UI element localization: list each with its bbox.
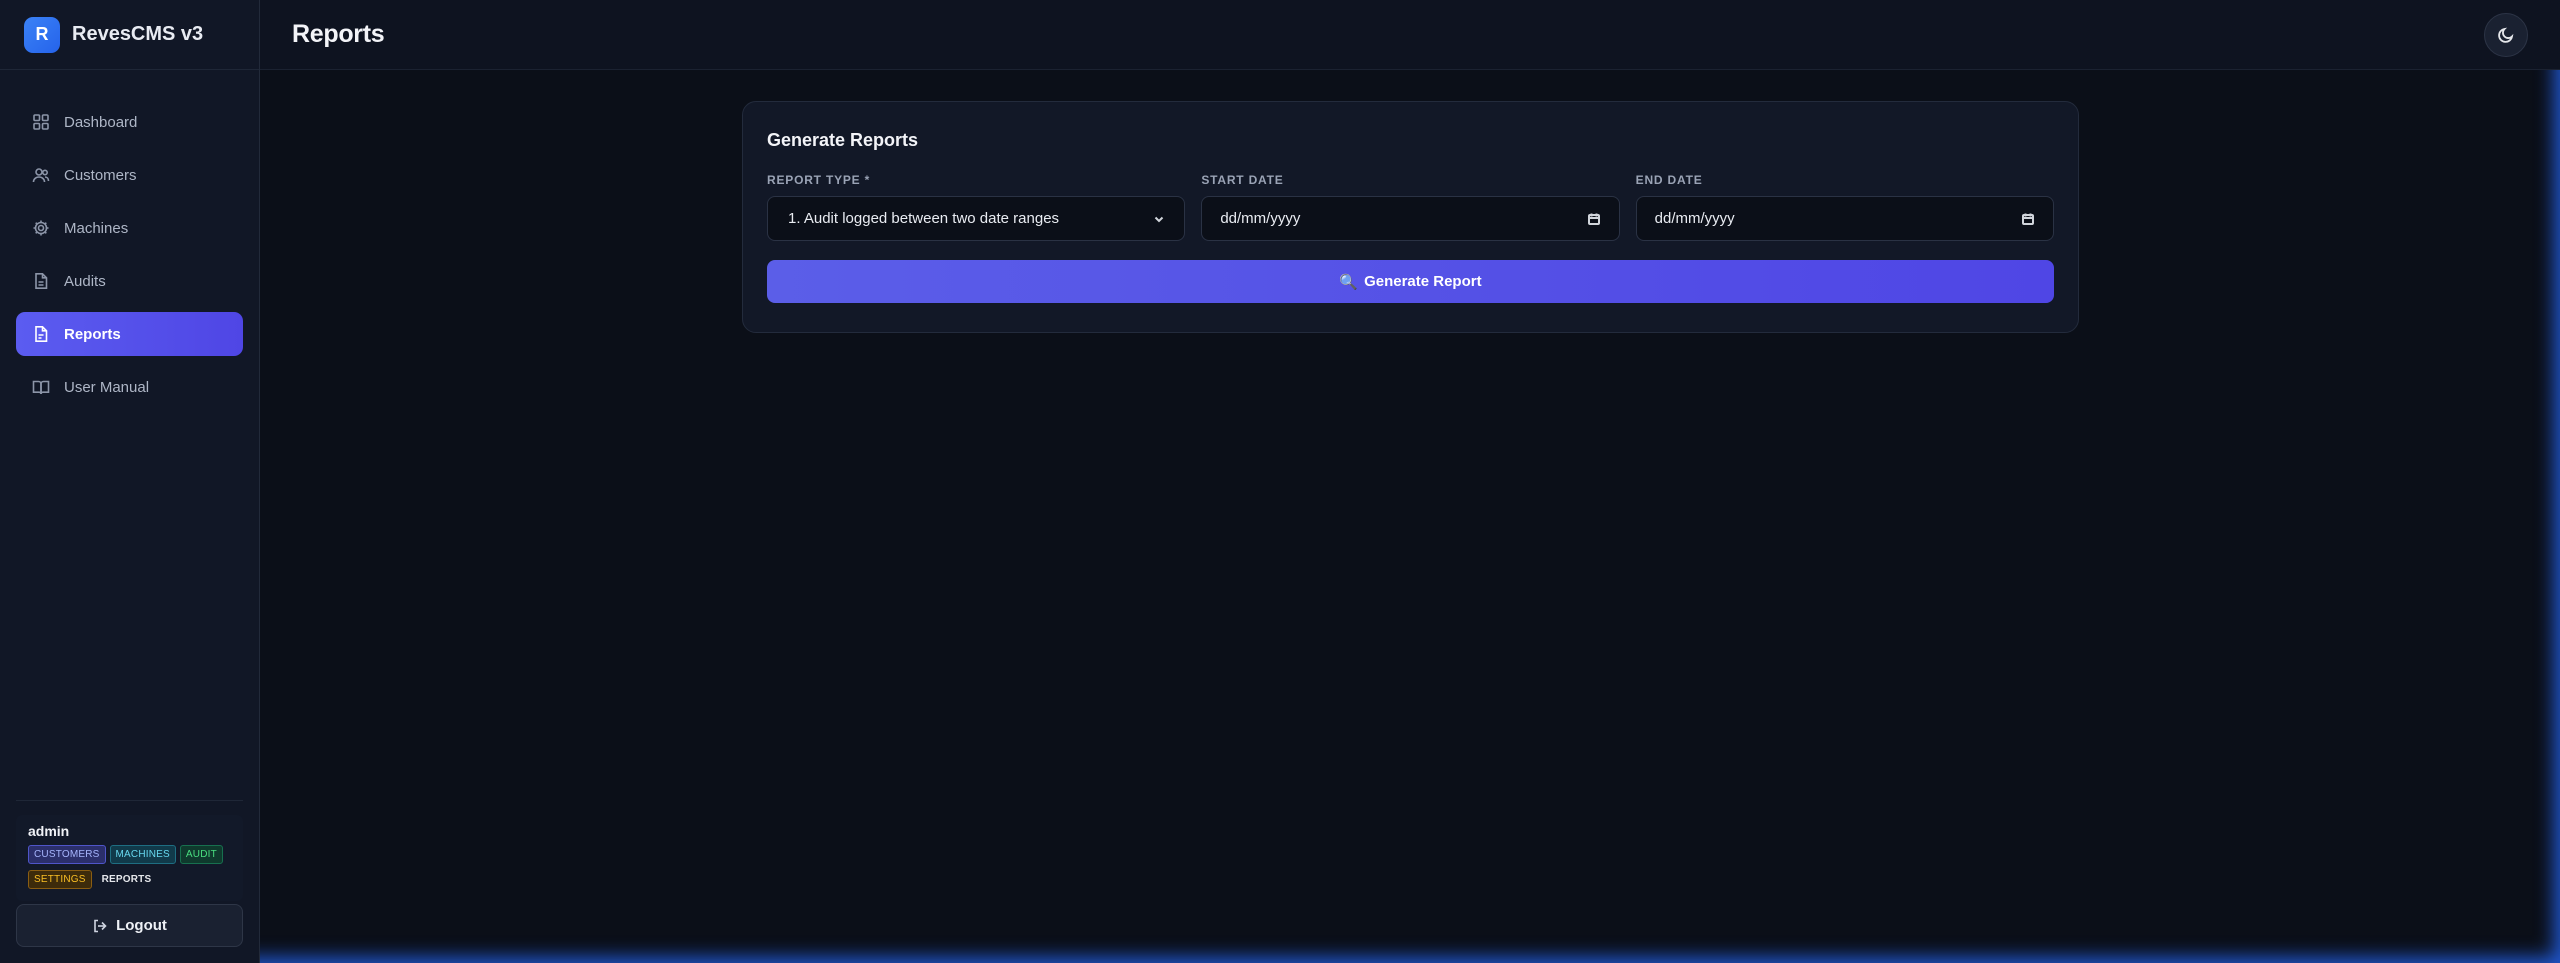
magnifier-icon: 🔍 (1339, 273, 1359, 291)
sidebar: R RevesCMS v3 Dashboard Customers Machin… (0, 0, 260, 963)
theme-toggle-button[interactable] (2484, 12, 2528, 57)
user-name: admin (28, 823, 70, 839)
brand-name: RevesCMS v3 (72, 23, 204, 45)
top-bar: Reports (260, 0, 2560, 70)
brand-logo: R (24, 16, 60, 53)
report-icon (35, 326, 48, 342)
sidebar-item-label: Audits (64, 272, 106, 290)
permission-badges: CUSTOMERS MACHINES AUDIT SETTINGS REPORT… (28, 845, 248, 895)
permission-badge-audit: AUDIT (179, 845, 223, 864)
end-date-placeholder: dd/mm/yyyy (1654, 210, 1735, 227)
users-icon (32, 168, 50, 183)
calendar-icon[interactable] (2021, 212, 2035, 226)
generate-report-button[interactable]: 🔍 Generate Report (767, 260, 2054, 303)
card-title: Generate Reports (767, 130, 919, 150)
page-title: Reports (292, 20, 385, 48)
end-date-label: END DATE (1635, 173, 1703, 187)
sidebar-item-user-manual[interactable]: User Manual (16, 365, 243, 409)
sidebar-item-audits[interactable]: Audits (16, 259, 243, 303)
sidebar-item-machines[interactable]: Machines (16, 206, 243, 250)
start-date-placeholder: dd/mm/yyyy (1220, 210, 1301, 227)
logout-label: Logout (116, 917, 167, 934)
start-date-field: START DATE dd/mm/yyyy (1201, 173, 1620, 241)
permission-badge-reports: REPORTS (101, 874, 152, 885)
end-date-field: END DATE dd/mm/yyyy (1635, 173, 2054, 241)
sidebar-item-label: Dashboard (64, 113, 138, 131)
sidebar-item-label: User Manual (64, 378, 150, 396)
logout-icon (94, 919, 107, 932)
moon-icon (2498, 27, 2514, 43)
gear-icon (33, 220, 49, 236)
grid-icon (33, 114, 49, 130)
file-icon (35, 273, 48, 289)
sidebar-nav: Dashboard Customers Machines Audits Repo… (0, 70, 259, 409)
start-date-label: START DATE (1201, 173, 1284, 187)
chevron-down-icon (1155, 216, 1164, 222)
sidebar-item-customers[interactable]: Customers (16, 153, 243, 197)
permission-badge-machines: MACHINES (109, 845, 176, 864)
permission-badge-customers: CUSTOMERS (28, 845, 106, 864)
start-date-input[interactable]: dd/mm/yyyy (1201, 196, 1620, 241)
generate-report-label: Generate Report (1364, 273, 1482, 290)
brand[interactable]: R RevesCMS v3 (0, 0, 259, 70)
user-card: admin CUSTOMERS MACHINES AUDIT SETTINGS … (16, 815, 243, 901)
app-frame: R RevesCMS v3 Dashboard Customers Machin… (0, 0, 2560, 963)
report-type-select[interactable]: 1. Audit logged between two date ranges (767, 196, 1186, 241)
permission-badge-settings: SETTINGS (28, 870, 92, 889)
logout-button[interactable]: Logout (16, 904, 243, 947)
report-type-label: REPORT TYPE * (767, 173, 871, 187)
sidebar-item-reports[interactable]: Reports (16, 312, 243, 356)
main-content: Reports Generate Reports REPORT TYPE * 1… (260, 0, 2560, 963)
sidebar-item-dashboard[interactable]: Dashboard (16, 100, 243, 144)
sidebar-item-label: Customers (64, 166, 137, 184)
calendar-icon[interactable] (1587, 212, 1601, 226)
end-date-input[interactable]: dd/mm/yyyy (1635, 196, 2054, 241)
report-type-value: 1. Audit logged between two date ranges (788, 210, 1060, 227)
user-panel: admin CUSTOMERS MACHINES AUDIT SETTINGS … (16, 800, 243, 901)
generate-reports-card: Generate Reports REPORT TYPE * 1. Audit … (742, 101, 2079, 333)
sidebar-item-label: Reports (64, 325, 121, 343)
sidebar-item-label: Machines (64, 219, 129, 237)
book-icon (32, 380, 50, 395)
report-fields: REPORT TYPE * 1. Audit logged between tw… (767, 173, 2054, 241)
report-type-field: REPORT TYPE * 1. Audit logged between tw… (767, 173, 1186, 241)
